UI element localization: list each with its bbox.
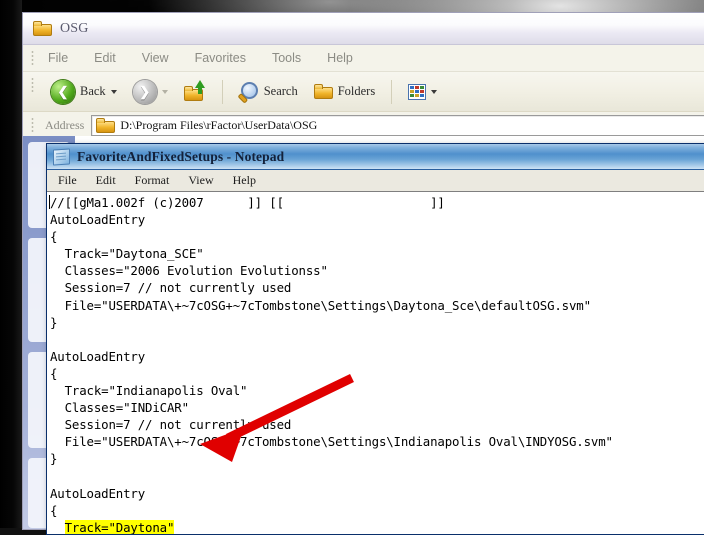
menu-favorites[interactable]: Favorites: [192, 49, 249, 67]
notepad-menu-help[interactable]: Help: [230, 172, 259, 189]
folder-icon: [33, 21, 52, 36]
doc-line: Session=7 // not currently used: [50, 417, 292, 433]
notepad-titlebar[interactable]: FavoriteAndFixedSetups - Notepad: [47, 144, 704, 170]
doc-line: AutoLoadEntry: [50, 485, 146, 501]
menu-help[interactable]: Help: [324, 49, 356, 67]
notepad-document-text[interactable]: //[[gMa1.002f (c)2007 ]] [[ ]] AutoLoadE…: [50, 194, 704, 534]
address-input[interactable]: D:\Program Files\rFactor\UserData\OSG: [91, 114, 704, 136]
toolbar-separator: [391, 79, 393, 104]
doc-line: {: [50, 365, 58, 381]
doc-line: AutoLoadEntry: [50, 348, 146, 364]
search-button[interactable]: Search: [233, 79, 304, 105]
doc-line: {: [50, 502, 58, 518]
chevron-down-icon[interactable]: [110, 89, 117, 94]
toolbar-separator: [221, 79, 223, 104]
doc-line: Classes="2006 Evolution Evolutionss": [50, 263, 328, 279]
forward-arrow-icon: ❯: [132, 79, 157, 104]
doc-line: Track="Daytona_SCE": [50, 246, 204, 262]
search-button-label: Search: [263, 84, 298, 98]
doc-line: Track="Indianapolis Oval": [50, 383, 248, 399]
chevron-down-icon[interactable]: [431, 89, 438, 94]
notepad-menu-format[interactable]: Format: [132, 172, 173, 189]
back-button[interactable]: ❮ Back: [45, 77, 123, 107]
doc-line-indent: [50, 520, 65, 534]
views-button[interactable]: [402, 81, 443, 103]
views-grid-icon: [408, 83, 427, 100]
highlighted-track-line: Track="Daytona": [64, 519, 175, 534]
notepad-document-icon: [53, 147, 70, 166]
explorer-addressbar[interactable]: Address D:\Program Files\rFactor\UserDat…: [23, 112, 704, 139]
notepad-window[interactable]: FavoriteAndFixedSetups - Notepad File Ed…: [46, 143, 704, 535]
menu-tools[interactable]: Tools: [269, 49, 304, 67]
doc-line: Session=7 // not currently used: [50, 280, 292, 296]
address-label: Address: [45, 117, 85, 132]
doc-line: Classes="INDiCAR": [50, 400, 189, 416]
folder-icon: [96, 117, 116, 133]
magnifier-icon: [239, 81, 259, 102]
menu-view[interactable]: View: [139, 49, 172, 67]
doc-line: }: [50, 314, 58, 330]
doc-line: File="USERDATA\+~7cOSG+~7cTombstone\Sett…: [50, 297, 591, 313]
back-button-label: Back: [80, 84, 106, 98]
doc-line: //[[gMa1.002f (c)2007 ]] [[ ]]: [50, 195, 445, 210]
up-folder-icon: [183, 80, 206, 101]
explorer-window-title: OSG: [60, 20, 89, 36]
explorer-menubar[interactable]: File Edit View Favorites Tools Help: [23, 45, 704, 72]
doc-line: }: [50, 451, 58, 467]
folders-button-label: Folders: [337, 84, 376, 98]
folders-button[interactable]: Folders: [308, 81, 382, 102]
doc-line: AutoLoadEntry: [50, 212, 146, 228]
notepad-menubar[interactable]: File Edit Format View Help: [47, 170, 704, 192]
up-one-level-button[interactable]: [178, 79, 212, 104]
desktop-wallpaper-left-edge: [0, 0, 22, 528]
doc-line: File="USERDATA\+~7cOSG+~7cTombstone\Sett…: [50, 434, 613, 450]
doc-line: {: [50, 229, 58, 245]
toolbar-gripper[interactable]: [31, 50, 34, 66]
folders-icon: [313, 84, 333, 99]
forward-button[interactable]: ❯: [127, 77, 174, 107]
toolbar-gripper[interactable]: [31, 117, 34, 133]
notepad-menu-view[interactable]: View: [185, 172, 216, 189]
back-arrow-icon: ❮: [51, 79, 75, 104]
explorer-titlebar[interactable]: OSG: [23, 13, 704, 45]
toolbar-gripper[interactable]: [31, 77, 34, 93]
address-input-value: D:\Program Files\rFactor\UserData\OSG: [120, 117, 318, 132]
explorer-toolbar[interactable]: ❮ Back ❯ Search Folders: [23, 72, 704, 112]
notepad-text-area[interactable]: //[[gMa1.002f (c)2007 ]] [[ ]] AutoLoadE…: [47, 191, 704, 534]
notepad-menu-file[interactable]: File: [55, 172, 80, 189]
notepad-window-title: FavoriteAndFixedSetups - Notepad: [77, 148, 285, 164]
menu-edit[interactable]: Edit: [91, 49, 119, 67]
notepad-menu-edit[interactable]: Edit: [93, 172, 119, 189]
chevron-down-icon: [161, 89, 168, 94]
menu-file[interactable]: File: [45, 49, 71, 67]
